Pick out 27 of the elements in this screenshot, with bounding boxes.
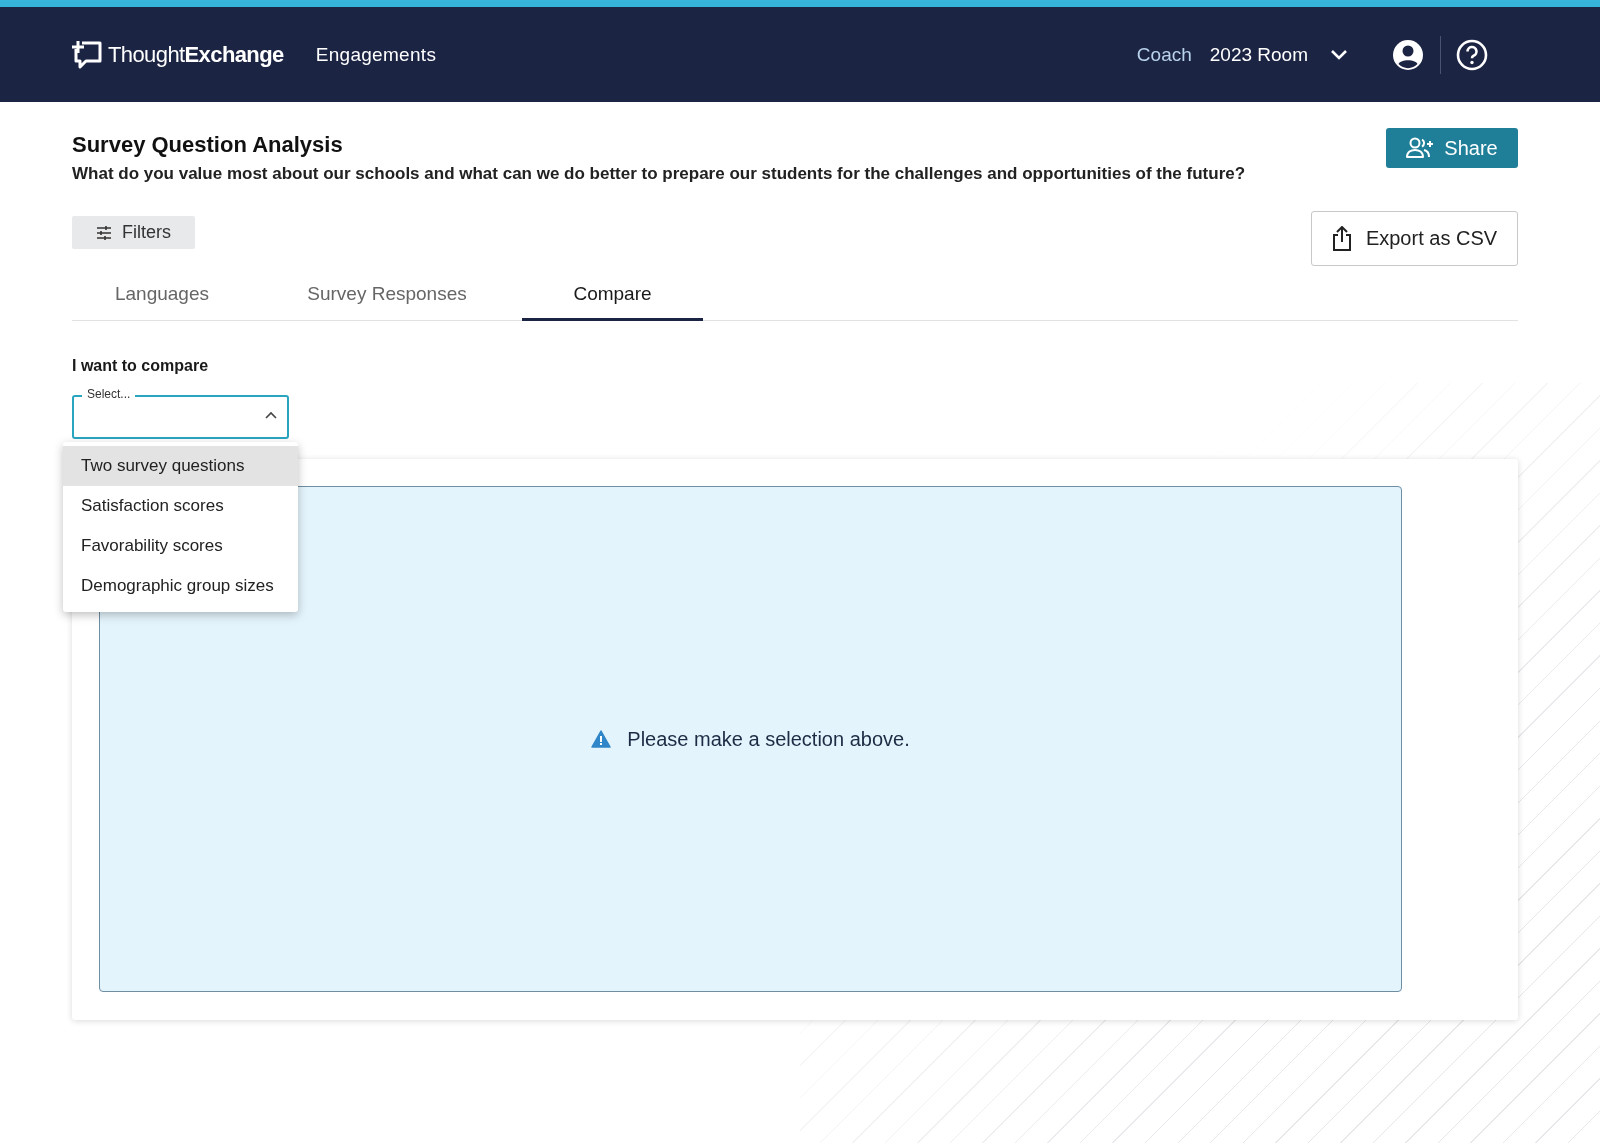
coach-link[interactable]: Coach [1136,43,1192,66]
export-button[interactable]: Export as CSV [1311,211,1518,266]
survey-question: What do you value most about our schools and what can we do better to prepare our students for the challenges and opportunities of the future? [72,164,1246,184]
menu-option[interactable]: Two survey questions [63,446,298,486]
account-icon[interactable] [1392,38,1424,71]
sliders-icon [96,225,112,240]
notice-text: Please make a selection above. [627,727,910,751]
tab[interactable]: Languages [72,269,252,321]
menu-option[interactable]: Favorability scores [63,526,298,566]
menu-option[interactable]: Satisfaction scores [63,486,298,526]
tab[interactable]: Survey Responses [252,269,522,321]
logo-icon [72,38,104,71]
compare-label: I want to compare [72,357,210,375]
share-button[interactable]: Share [1386,128,1518,168]
tab[interactable]: Compare [522,269,703,321]
logo-wordmark[interactable]: ThoughtExchange [108,41,284,68]
menu-option[interactable]: Demographic group sizes [63,566,298,606]
help-icon[interactable] [1456,38,1488,71]
room-selector[interactable]: 2023 Room [1209,43,1348,66]
share-upload-icon [1331,225,1352,252]
chevron-down-icon [1330,48,1348,61]
filters-button[interactable]: Filters [72,216,195,249]
nav-link[interactable]: Engagements [315,43,437,66]
warning-icon [591,730,612,748]
add-user-icon [1406,137,1435,159]
chevron-up-icon [265,411,277,419]
page-title: Survey Question Analysis [72,132,344,158]
